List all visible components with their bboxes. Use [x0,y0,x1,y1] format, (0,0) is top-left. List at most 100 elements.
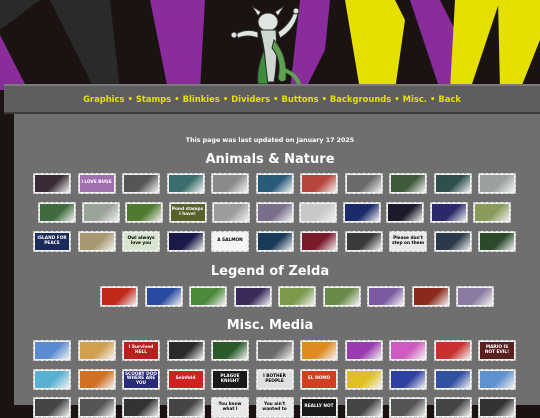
nav-separator: • [222,94,229,104]
stamp-image [278,286,316,307]
nav-link-blinkies[interactable]: Blinkies [183,94,220,104]
nav-link-dividers[interactable]: Dividers [231,94,270,104]
nav-separator: • [321,94,327,104]
stamp-picture [257,342,292,359]
stamp-picture [435,371,470,388]
stamp-image [33,369,71,390]
stamp-image [389,369,427,390]
stamp-picture [431,204,466,221]
stamp-image [77,397,116,418]
stamp-image [166,397,205,418]
stamp-image [322,286,361,307]
stamp-image [389,397,427,418]
stamp-image [429,202,468,223]
stamp-picture [346,371,381,388]
stamp-picture [344,204,379,221]
stamp-label: REALLY NOT [302,399,336,416]
stamp-image [33,397,71,418]
stamp-label: I BOTHER PEOPLE [257,371,292,388]
stamp-image [233,286,272,307]
stamp-image [478,397,516,418]
stamp-image: Please don't step on them [389,231,427,252]
stamp-image [344,397,383,418]
stamp-picture [102,288,136,305]
stamp-picture [124,399,158,416]
stamp-image [478,173,516,194]
stamp-label: MARIO IS NOT EVIL! [480,342,514,359]
stamp-image: MARIO IS NOT EVIL! [478,340,516,361]
stamp-picture [475,204,509,221]
stamp-image [100,286,138,307]
stamp-image [189,286,227,307]
stamp-image: Pond stamps I have! [168,202,207,223]
nav-link-stamps[interactable]: Stamps [136,94,171,104]
stamp-image: Owl always love you [122,231,160,252]
section-title-misc: Misc. Media [226,318,314,333]
stamp-image: I BOTHER PEOPLE [255,369,294,390]
stamp-image: I Survived HELL [122,340,160,361]
stamp-image [367,286,405,307]
stamp-image: Seinfeld [166,369,205,390]
stamp-picture [257,204,292,221]
stamp-picture [257,175,292,192]
stamp-image: I LOVE BUGS [77,173,116,194]
stamp-label: You know what I [213,399,247,416]
stamp-picture [346,233,381,250]
stamp-image [433,231,472,252]
stamp-image: You ain't wanted to [255,397,294,418]
stamp-image [255,173,294,194]
stamp-image [166,231,205,252]
stamp-image [255,231,294,252]
nav-link-graphics[interactable]: Graphics [83,94,124,104]
stamp-picture [213,175,247,192]
stamp-image [344,231,383,252]
nav-link-buttons[interactable]: Buttons [282,94,319,104]
stamp-image [38,202,76,223]
stamp-image [389,340,427,361]
stamp-picture [458,288,492,305]
stamp-picture [214,204,248,221]
stamp-label: Owl always love you [124,233,158,250]
stamp-picture [213,342,247,359]
stamp-image [77,340,116,361]
stamp-image [300,231,338,252]
nav-link-misc[interactable]: Misc. [403,94,427,104]
stamp-image: PLAGUE KNIGHT [211,369,249,390]
stamp-image: You know what I [211,397,249,418]
stamp-image [456,286,494,307]
stamp-image [166,173,205,194]
stamp-picture [391,399,425,416]
stamp-label: You ain't wanted to [257,399,292,416]
stamp-image [255,202,294,223]
nav-link-backgrounds[interactable]: Backgrounds [330,94,391,104]
nav-separator: • [127,94,133,104]
stamp-picture [40,204,74,221]
stamp-picture [301,204,335,221]
stamp-image [144,286,183,307]
stamp-image [33,173,71,194]
stamp-image [433,173,472,194]
stamp-label: PLAGUE KNIGHT [213,371,247,388]
stamp-image [300,340,338,361]
nav-separator: • [273,94,279,104]
stamp-picture [435,175,470,192]
stamp-picture [35,175,69,192]
stamp-picture [83,204,118,221]
stamp-image [342,202,381,223]
stamp-image [212,202,250,223]
banner-art [0,0,540,90]
nav-link-back[interactable]: Back [438,94,461,104]
stamp-image [473,202,511,223]
stamp-picture [369,288,403,305]
stamp-label: I LOVE BUGS [79,175,114,192]
stamp-picture [480,175,514,192]
stamp-image [433,369,472,390]
stamp-image [77,231,116,252]
stamp-picture [35,371,69,388]
stamp-label: Seinfeld [168,371,203,388]
nav-separator: • [394,94,400,104]
stamp-picture [302,175,336,192]
last-updated-text: This page was last updated on January 17… [185,137,355,144]
stamp-picture [346,175,381,192]
stamp-image [344,340,383,361]
